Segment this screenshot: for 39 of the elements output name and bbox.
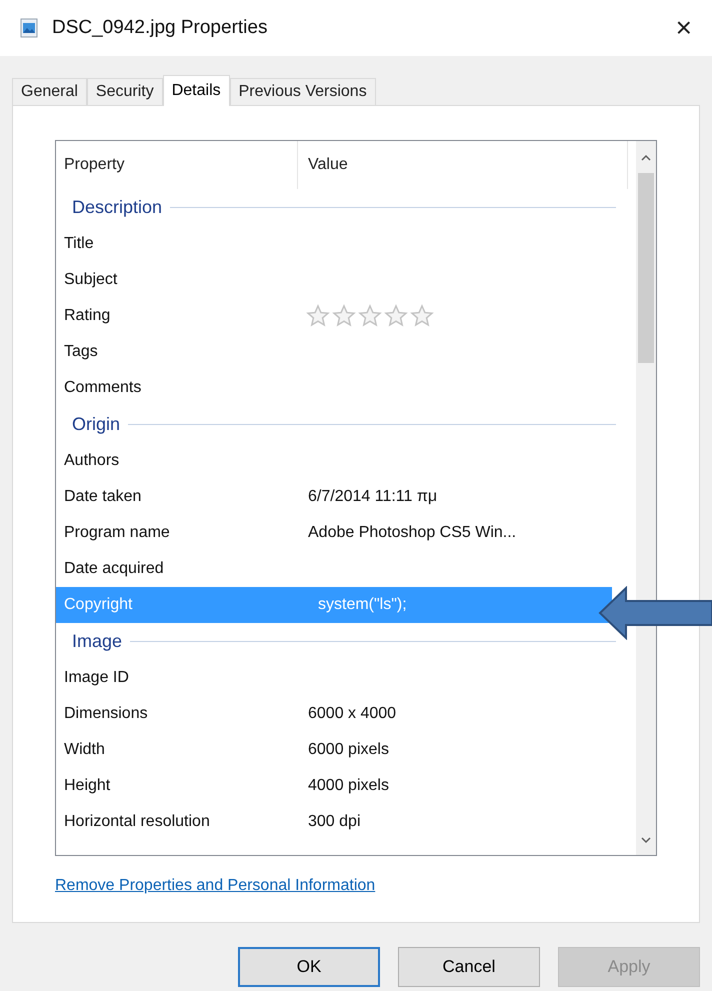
group-header: Image bbox=[72, 630, 122, 653]
tab[interactable]: Previous Versions bbox=[230, 78, 376, 105]
property-row[interactable]: Authors bbox=[56, 443, 612, 479]
property-row[interactable]: Width 6000 pixels bbox=[56, 732, 612, 768]
property-row[interactable]: Image ID bbox=[56, 660, 612, 696]
scroll-up-icon[interactable] bbox=[640, 153, 652, 163]
tab[interactable]: Security bbox=[86, 78, 163, 105]
property-row[interactable]: Height 4000 pixels bbox=[56, 768, 612, 804]
property-row[interactable]: Tags bbox=[56, 334, 612, 370]
property-row[interactable]: Dimensions 6000 x 4000 bbox=[56, 696, 612, 732]
property-row[interactable]: Program name Adobe Photoshop CS5 Win... bbox=[56, 515, 612, 551]
star-icon[interactable] bbox=[306, 304, 330, 328]
property-row[interactable]: Horizontal resolution 300 dpi bbox=[56, 804, 612, 840]
group-header: Origin bbox=[72, 413, 120, 436]
property-row[interactable]: Title bbox=[56, 226, 612, 262]
window-title: DSC_0942.jpg Properties bbox=[52, 16, 268, 40]
property-row[interactable]: Date taken 6/7/2014 11:11 πμ bbox=[56, 479, 612, 515]
dialog-button[interactable]: OK bbox=[238, 947, 380, 987]
property-row[interactable]: Date acquired bbox=[56, 551, 612, 587]
column-header[interactable]: Value bbox=[298, 141, 628, 189]
property-row[interactable]: Comments bbox=[56, 370, 612, 406]
star-icon[interactable] bbox=[332, 304, 356, 328]
property-row[interactable]: Subject bbox=[56, 262, 612, 298]
scrollbar-thumb[interactable] bbox=[638, 173, 654, 363]
arrow-icon bbox=[598, 586, 712, 640]
star-icon[interactable] bbox=[410, 304, 434, 328]
star-icon[interactable] bbox=[358, 304, 382, 328]
scrollbar[interactable] bbox=[636, 141, 656, 855]
scroll-down-icon[interactable] bbox=[640, 835, 652, 845]
star-icon[interactable] bbox=[384, 304, 408, 328]
tab[interactable]: General bbox=[12, 78, 87, 105]
group-header: Description bbox=[72, 196, 162, 219]
remove-properties-link[interactable]: Remove Properties and Personal Information bbox=[55, 874, 376, 898]
property-row[interactable]: Rating bbox=[56, 298, 612, 334]
close-button[interactable]: × bbox=[676, 14, 692, 42]
dialog-button[interactable]: Cancel bbox=[398, 947, 540, 987]
tab[interactable]: Details bbox=[162, 75, 230, 106]
column-header[interactable]: Property bbox=[56, 141, 298, 189]
image-file-icon bbox=[20, 18, 38, 38]
